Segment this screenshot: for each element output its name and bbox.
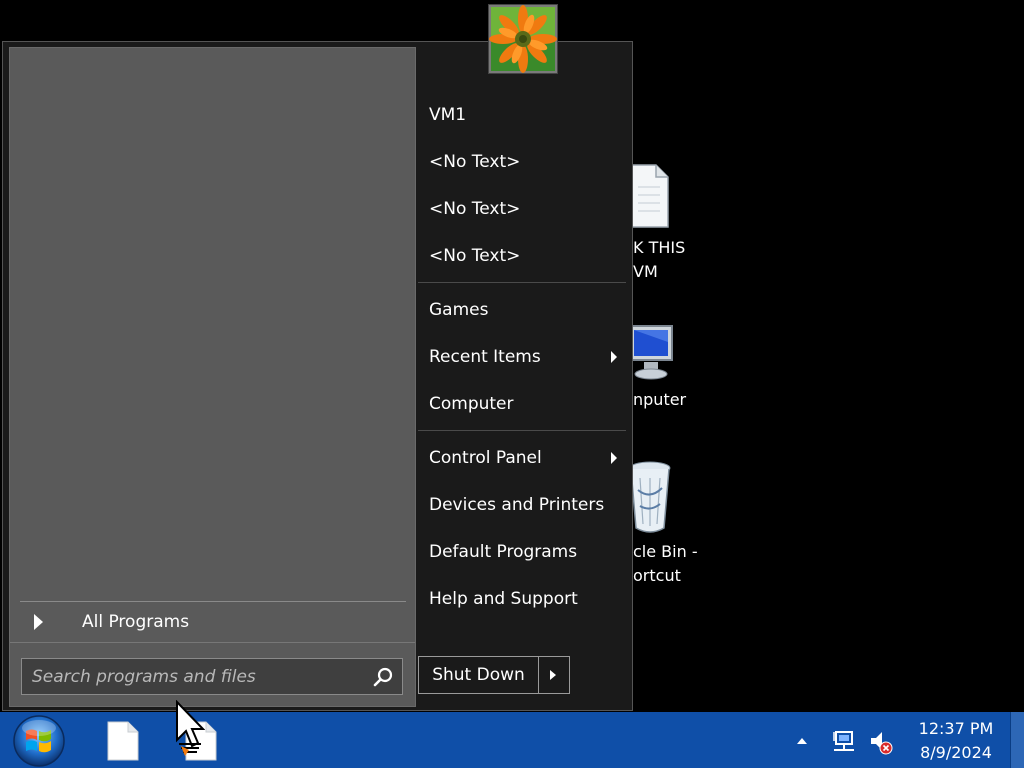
show-desktop-button[interactable] <box>1010 712 1024 768</box>
arrow-right-icon <box>34 614 43 630</box>
all-programs-button[interactable]: All Programs <box>20 601 406 642</box>
menu-item-no-text-1[interactable]: <No Text> <box>417 140 625 184</box>
desktop-icon-label: nputer <box>633 390 687 409</box>
computer-icon <box>629 325 673 380</box>
taskbar-file-icon[interactable] <box>106 720 140 762</box>
flower-avatar-icon <box>489 5 557 73</box>
search-icon[interactable] <box>372 666 394 688</box>
menu-item-recent-items[interactable]: Recent Items <box>417 335 625 379</box>
menu-item-computer[interactable]: Computer <box>417 382 625 426</box>
divider <box>418 282 626 283</box>
menu-item-games[interactable]: Games <box>417 288 625 332</box>
menu-item-devices-and-printers[interactable]: Devices and Printers <box>417 483 625 527</box>
search-input[interactable] <box>22 659 372 694</box>
menu-item-label: Control Panel <box>429 448 542 468</box>
desktop-icon-label: cle Bin - <box>633 542 698 561</box>
menu-item-no-text-3[interactable]: <No Text> <box>417 234 625 278</box>
menu-item-help-and-support[interactable]: Help and Support <box>417 577 625 621</box>
clock[interactable]: 12:37 PM 8/9/2024 <box>902 717 1010 765</box>
menu-item-default-programs[interactable]: Default Programs <box>417 530 625 574</box>
search-box[interactable] <box>21 658 403 695</box>
shutdown-control: Shut Down <box>418 656 570 694</box>
mouse-cursor-icon <box>176 700 205 756</box>
text-file-icon <box>629 164 669 228</box>
shutdown-options-button[interactable] <box>539 657 569 693</box>
clock-time: 12:37 PM <box>918 719 994 738</box>
arrow-right-icon <box>550 670 556 680</box>
volume-muted-icon[interactable] <box>868 729 894 755</box>
menu-item-no-text-2[interactable]: <No Text> <box>417 187 625 231</box>
desktop-icon-label: K THIS <box>633 238 686 257</box>
divider <box>10 642 415 643</box>
clock-date: 8/9/2024 <box>920 743 992 762</box>
desktop-icon-label: VM <box>633 262 658 281</box>
submenu-arrow-icon <box>611 452 617 464</box>
start-menu-programs-pane: All Programs <box>9 47 416 707</box>
user-picture[interactable] <box>488 4 558 74</box>
divider <box>418 430 626 431</box>
submenu-arrow-icon <box>611 351 617 363</box>
menu-item-user-folder[interactable]: VM1 <box>417 93 625 137</box>
show-hidden-icons-icon[interactable] <box>795 736 809 746</box>
shutdown-button[interactable]: Shut Down <box>419 657 538 693</box>
start-button[interactable] <box>12 714 66 768</box>
menu-item-control-panel[interactable]: Control Panel <box>417 436 625 480</box>
taskbar: 12:37 PM 8/9/2024 <box>0 700 1024 768</box>
recycle-bin-icon <box>629 461 671 533</box>
menu-item-label: Recent Items <box>429 347 541 367</box>
desktop-icon-label: ortcut <box>633 566 681 585</box>
all-programs-label: All Programs <box>82 612 190 632</box>
network-icon[interactable] <box>832 729 858 753</box>
